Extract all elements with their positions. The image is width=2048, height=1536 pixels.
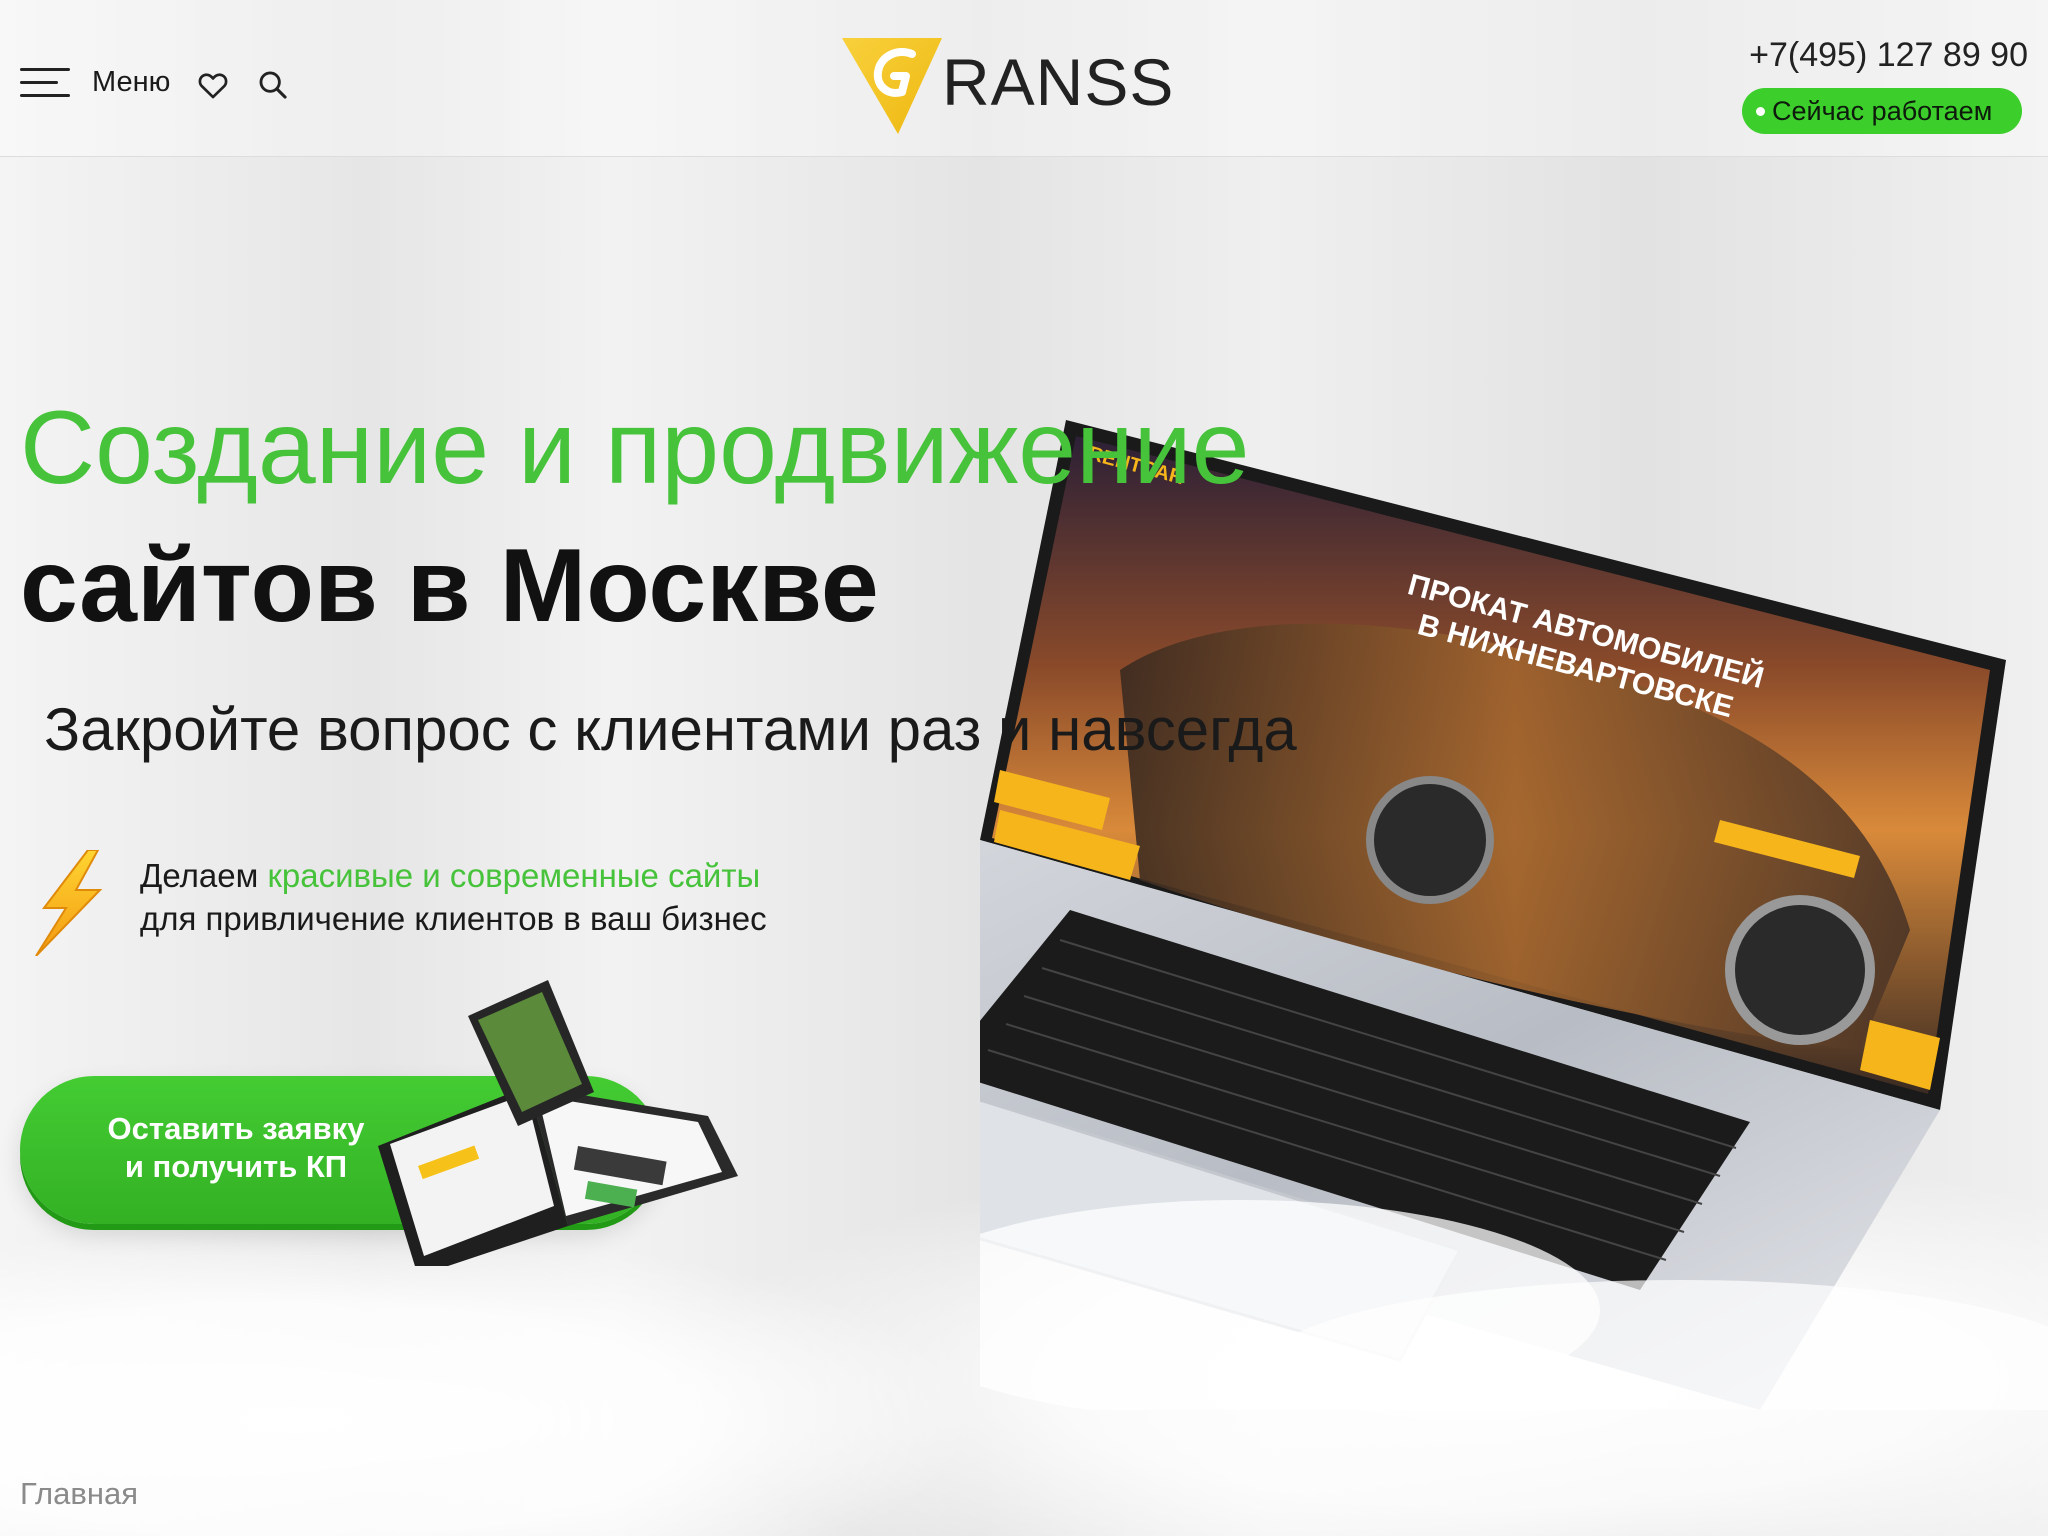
phone-link[interactable]: +7(495) 127 89 90: [1749, 36, 2028, 75]
heart-icon: [198, 73, 228, 99]
lightning-icon: [35, 850, 103, 956]
logo-text: RANSS: [942, 45, 1175, 119]
hero-title-line-1: Создание и продвижение: [20, 390, 1250, 506]
hero-title-line-2: сайтов в Москве: [20, 528, 879, 644]
search-icon: [259, 71, 287, 99]
status-text: Сейчас работаем: [1772, 95, 1993, 126]
favorites-button[interactable]: [196, 68, 230, 102]
laptop-illustration: ПРОКАТ АВТОМОБИЛЕЙ В НИЖНЕВАРТОВСКЕ RENT…: [980, 420, 2048, 1410]
hero-subtitle: Закройте вопрос с клиентами раз и навсег…: [44, 696, 1297, 763]
hamburger-icon: [20, 67, 70, 98]
site-logo[interactable]: RANSS: [840, 36, 1174, 136]
feature-prefix: Делаем: [140, 857, 268, 894]
status-dot: [1756, 107, 1765, 116]
menu-button[interactable]: Меню: [20, 66, 170, 99]
logo-triangle-icon: [842, 38, 942, 134]
feature-highlight: красивые и современные сайты: [267, 857, 761, 894]
brochure-illustration: [378, 980, 738, 1266]
status-badge: Сейчас работаем: [1742, 88, 2022, 134]
menu-label: Меню: [92, 66, 171, 98]
site-header: Меню RANSS +7(495) 127 89 90 Сейчас рабо…: [0, 0, 2048, 157]
feature-line-1: Делаем красивые и современные сайты: [140, 854, 767, 897]
search-button[interactable]: [256, 68, 290, 102]
feature-text: Делаем красивые и современные сайты для …: [140, 854, 767, 940]
feature-line-2: для привличение клиентов в ваш бизнес: [140, 900, 767, 937]
breadcrumb[interactable]: Главная: [20, 1476, 138, 1512]
